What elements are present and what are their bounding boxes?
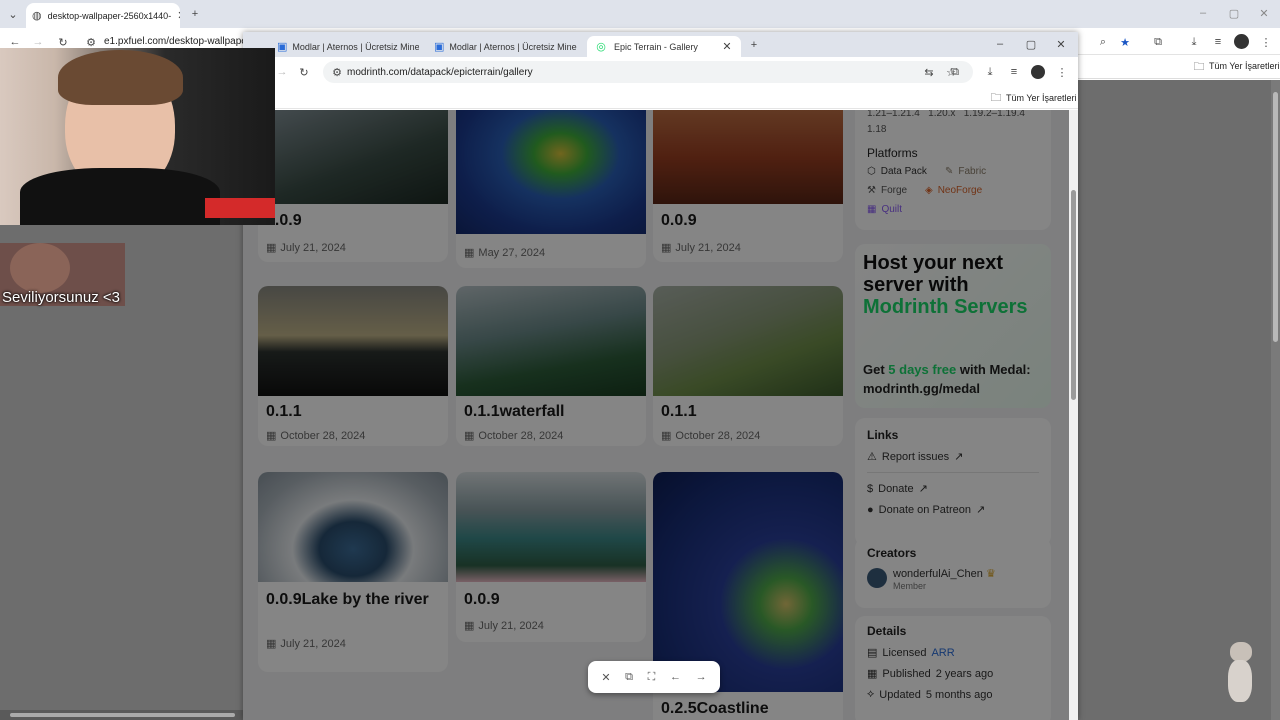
stream-overlay-text: Seviliyorsunuz <3 xyxy=(2,289,120,306)
folder-icon: 🗀 xyxy=(990,91,1002,104)
cam-blur xyxy=(10,243,70,293)
all-bookmarks[interactable]: Tüm Yer İşaretleri xyxy=(1209,61,1280,71)
download-icon[interactable]: ⤓ xyxy=(982,64,998,80)
aternos-icon: ▣ xyxy=(277,41,288,53)
close-icon[interactable]: ✕ xyxy=(601,671,610,684)
tab-label: Epic Terrain - Gallery xyxy=(614,41,698,52)
cat-head xyxy=(1230,642,1252,662)
close-icon[interactable]: ✕ xyxy=(719,39,735,55)
site-info-icon[interactable]: ⚙ xyxy=(329,64,345,80)
previous-arrow-icon[interactable]: ← xyxy=(670,671,681,683)
tab-list-icon[interactable]: ⌄ xyxy=(5,6,21,22)
new-tab-icon[interactable]: + xyxy=(746,37,762,53)
bookmarks-bar: 🗀 Tüm Yer İşaretleri xyxy=(243,87,1078,109)
folder-icon: 🗀 xyxy=(1193,60,1205,73)
profile-avatar[interactable] xyxy=(1234,34,1249,49)
lightbox-controls: ✕ ⧉ ⛶ ← → xyxy=(588,661,720,693)
close-window-icon[interactable]: ✕ xyxy=(1053,36,1069,52)
url-text: modrinth.com/datapack/epicterrain/galler… xyxy=(347,66,533,78)
zoom-icon[interactable]: ⌕ xyxy=(1095,34,1111,50)
bookmark-star-icon[interactable]: ★ xyxy=(1117,34,1133,50)
tab-label: Modlar | Aternos | Ücretsiz Mine xyxy=(449,41,577,52)
lightbox-backdrop[interactable] xyxy=(243,110,1069,720)
globe-icon: ◍ xyxy=(32,10,42,22)
minimize-icon[interactable]: – xyxy=(992,36,1008,52)
browser-window: ▣ Modlar | Aternos | Ücretsiz Mine ✕ ▣ M… xyxy=(243,32,1078,720)
forward-icon[interactable]: → xyxy=(274,64,290,80)
maximize-icon[interactable]: ▢ xyxy=(1226,5,1242,21)
page-scroll-thumb[interactable] xyxy=(1071,190,1076,400)
download-icon[interactable]: ⤓ xyxy=(1186,34,1202,50)
extensions-icon[interactable]: ⧉ xyxy=(947,64,963,80)
menu-icon[interactable]: ⋮ xyxy=(1054,64,1070,80)
streamer-hair xyxy=(58,50,183,105)
new-tab-icon[interactable]: + xyxy=(187,6,203,22)
extensions-icon[interactable]: ⧉ xyxy=(1150,34,1166,50)
expand-icon[interactable]: ⛶ xyxy=(648,671,656,684)
profile-avatar[interactable] xyxy=(1031,65,1045,79)
minimize-icon[interactable]: – xyxy=(1195,5,1211,21)
open-external-icon[interactable]: ⧉ xyxy=(625,671,633,684)
media-icon[interactable]: ≡ xyxy=(1210,34,1226,50)
webcam-feed xyxy=(0,48,275,225)
reload-icon[interactable]: ↻ xyxy=(296,64,312,80)
background-browser-tabbar: ⌄ ◍ desktop-wallpaper-2560x1440- ✕ + – ▢… xyxy=(0,0,1280,28)
background-tab-title: desktop-wallpaper-2560x1440- xyxy=(47,10,172,21)
tab-aternos-2[interactable]: ▣ Modlar | Aternos | Ücretsiz Mine ✕ xyxy=(428,36,583,57)
background-scrollbar[interactable] xyxy=(1271,80,1280,720)
background-scroll-thumb[interactable] xyxy=(1273,92,1278,342)
tab-aternos-1[interactable]: ▣ Modlar | Aternos | Ücretsiz Mine ✕ xyxy=(271,36,419,57)
aternos-icon: ▣ xyxy=(434,41,445,53)
cat-gif-overlay xyxy=(1222,642,1258,708)
cat-body xyxy=(1228,660,1252,702)
menu-icon[interactable]: ⋮ xyxy=(1258,34,1274,50)
all-bookmarks[interactable]: Tüm Yer İşaretleri xyxy=(1006,93,1077,103)
streamer-shirt xyxy=(20,168,220,225)
tab-epic-terrain[interactable]: ◎ Epic Terrain - Gallery ✕ xyxy=(587,36,741,57)
toolbar: → ↻ ⚙ modrinth.com/datapack/epicterrain/… xyxy=(243,57,1078,87)
close-icon[interactable]: ✕ xyxy=(177,8,180,24)
tabbar: ▣ Modlar | Aternos | Ücretsiz Mine ✕ ▣ M… xyxy=(243,32,1078,57)
background-url[interactable]: e1.pxfuel.com/desktop-wallpaper xyxy=(104,36,250,47)
translate-icon[interactable]: ⇆ xyxy=(921,64,937,80)
chair-accent xyxy=(205,198,275,218)
tab-label: Modlar | Aternos | Ücretsiz Mine xyxy=(292,41,419,52)
maximize-icon[interactable]: ▢ xyxy=(1023,36,1039,52)
background-tab[interactable]: ◍ desktop-wallpaper-2560x1440- ✕ xyxy=(26,3,180,28)
close-window-icon[interactable]: ✕ xyxy=(1256,5,1272,21)
modrinth-icon: ◎ xyxy=(596,41,606,53)
hscroll-thumb[interactable] xyxy=(10,713,235,717)
address-bar[interactable]: ⚙ modrinth.com/datapack/epicterrain/gall… xyxy=(323,61,973,83)
media-icon[interactable]: ≡ xyxy=(1006,64,1022,80)
next-arrow-icon[interactable]: → xyxy=(696,671,707,683)
page-scrollbar[interactable] xyxy=(1069,110,1078,720)
background-hscroll[interactable] xyxy=(0,710,243,720)
close-icon[interactable]: ✕ xyxy=(582,39,583,55)
